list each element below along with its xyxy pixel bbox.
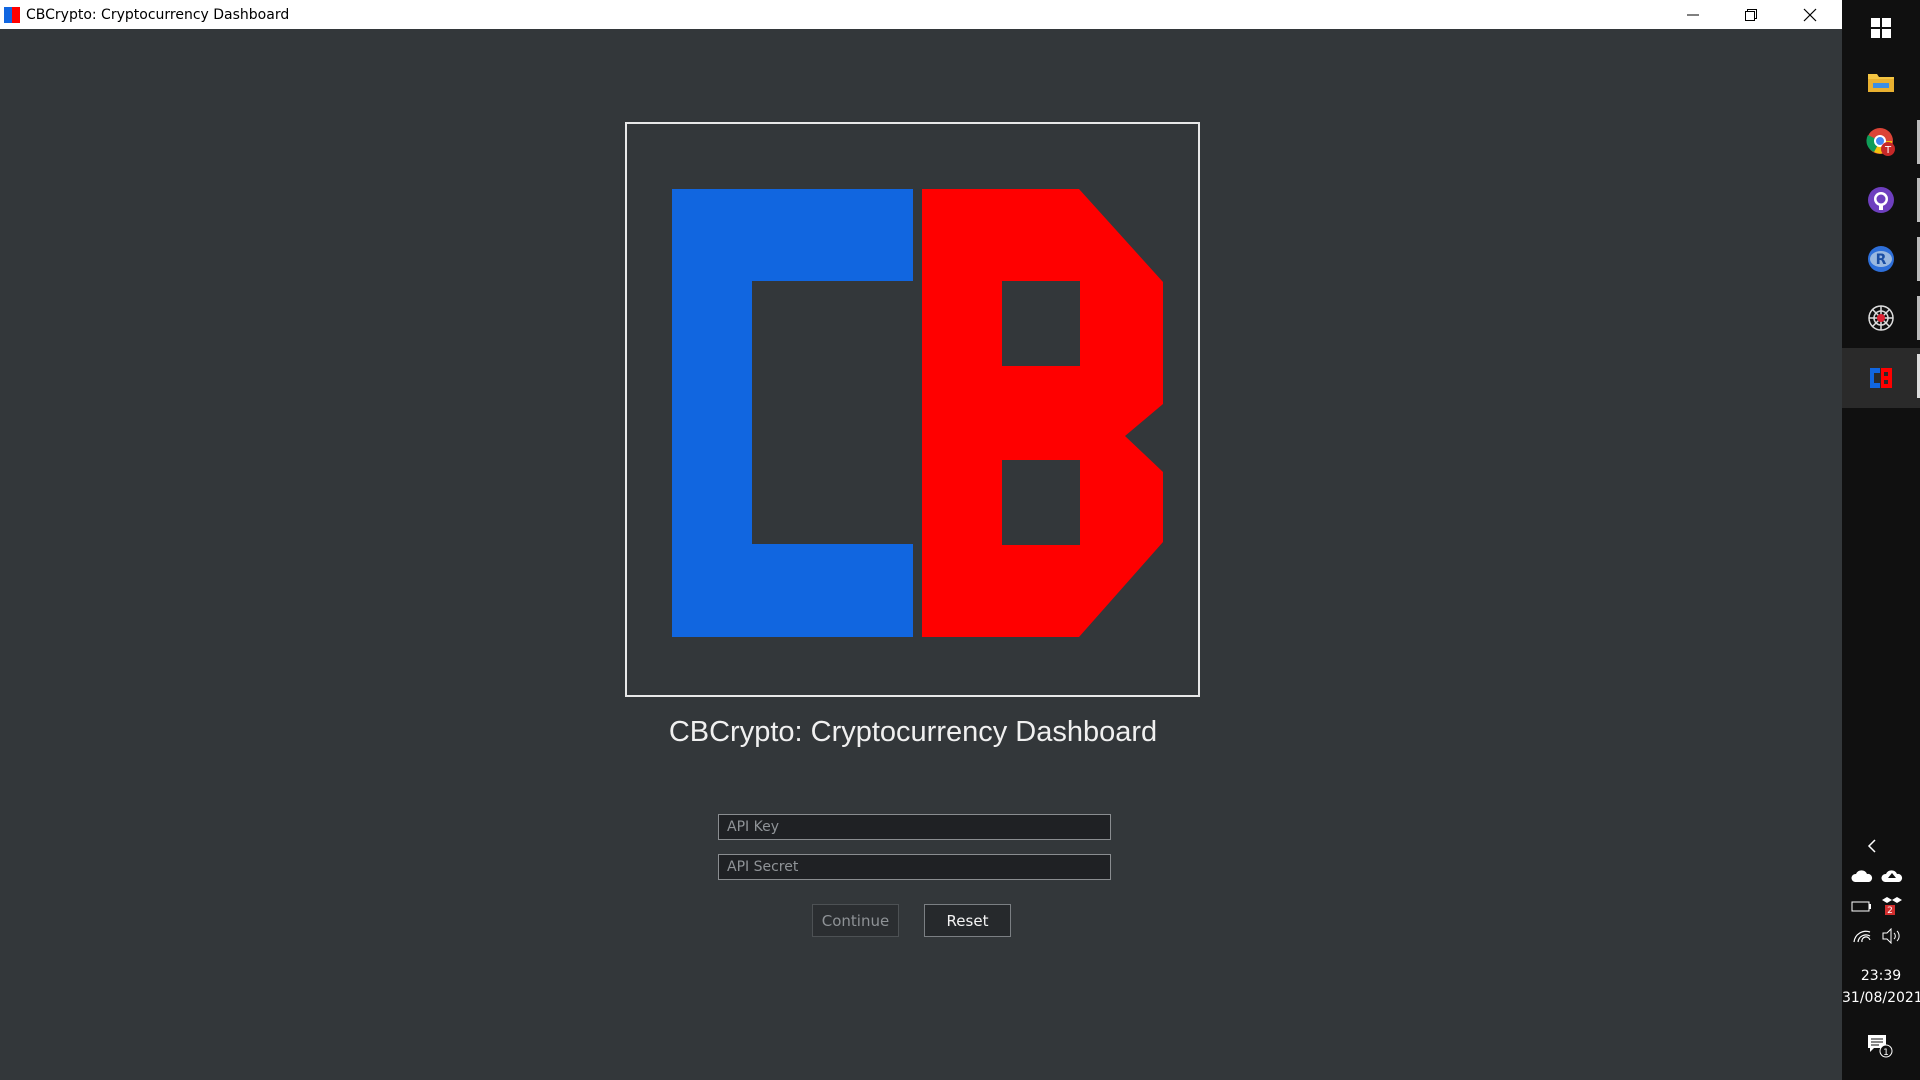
spider-web-icon (1868, 305, 1894, 331)
tray-network[interactable] (1850, 926, 1874, 946)
clock-time[interactable]: 23:39 (1842, 968, 1920, 984)
app-window: CBCrypto: Cryptocurrency Dashboard CBCry… (0, 0, 1842, 1080)
taskbar: T R 2 23:39 31/08/2021 1 (1842, 0, 1920, 1080)
svg-text:R: R (1876, 252, 1887, 268)
taskbar-cbcrypto[interactable] (1842, 348, 1920, 408)
title-bar[interactable]: CBCrypto: Cryptocurrency Dashboard (0, 0, 1842, 29)
logo-letter-b (922, 189, 1163, 637)
taskbar-github[interactable] (1842, 172, 1920, 228)
clock-date[interactable]: 31/08/2021 (1842, 990, 1920, 1006)
api-key-input[interactable] (718, 814, 1111, 840)
taskbar-file-explorer[interactable] (1842, 54, 1920, 110)
reset-button[interactable]: Reset (924, 904, 1011, 937)
tray-dropbox[interactable]: 2 (1880, 894, 1904, 916)
battery-icon (1851, 901, 1871, 912)
tray-onedrive[interactable] (1850, 866, 1874, 886)
tray-volume[interactable] (1880, 926, 1904, 946)
show-hidden-icons-button[interactable] (1862, 836, 1882, 856)
dropbox-icon: 2 (1882, 897, 1902, 915)
cb-logo-icon (1870, 368, 1892, 388)
tray-upload[interactable] (1880, 866, 1904, 886)
continue-button[interactable]: Continue (812, 904, 899, 937)
close-button[interactable] (1781, 0, 1839, 29)
tray-battery[interactable] (1850, 896, 1874, 916)
restore-button[interactable] (1722, 0, 1780, 29)
folder-icon (1868, 74, 1894, 92)
notification-icon: 1 (1868, 1035, 1893, 1058)
cloud-upload-icon (1881, 870, 1903, 882)
logo-frame (625, 122, 1200, 697)
volume-icon (1882, 928, 1900, 944)
tray-badge: 2 (1887, 906, 1893, 915)
github-icon (1868, 187, 1894, 213)
minimize-button[interactable] (1664, 0, 1722, 29)
r-icon: R (1868, 246, 1894, 272)
minimize-icon (1687, 14, 1699, 15)
window-title: CBCrypto: Cryptocurrency Dashboard (26, 6, 290, 23)
taskbar-spider[interactable] (1842, 290, 1920, 346)
chrome-icon: T (1866, 128, 1895, 156)
cloud-icon (1851, 870, 1873, 882)
app-logo-icon (4, 6, 20, 23)
wifi-icon (1853, 930, 1871, 943)
app-heading: CBCrypto: Cryptocurrency Dashboard (668, 716, 1158, 748)
taskbar-chrome[interactable]: T (1842, 114, 1920, 170)
start-button[interactable] (1842, 0, 1920, 56)
api-secret-input[interactable] (718, 854, 1111, 880)
taskbar-r[interactable]: R (1842, 231, 1920, 287)
logo-letter-c (672, 189, 913, 637)
action-center-button[interactable]: 1 (1862, 1030, 1896, 1060)
chevron-left-icon (1867, 839, 1876, 853)
restore-icon (1745, 8, 1757, 21)
windows-logo-icon (1871, 18, 1891, 38)
close-icon (1803, 8, 1817, 21)
svg-text:T: T (1884, 145, 1892, 156)
notification-count: 1 (1883, 1048, 1889, 1058)
cb-logo (672, 189, 1163, 637)
